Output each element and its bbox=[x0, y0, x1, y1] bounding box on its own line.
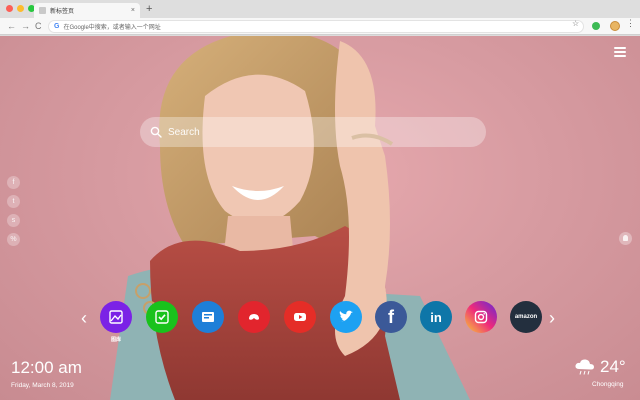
search-box[interactable] bbox=[140, 117, 486, 147]
search-input[interactable] bbox=[168, 126, 468, 138]
clock-widget: 12:00 am Friday, March 8, 2019 bbox=[11, 358, 82, 390]
search-icon bbox=[150, 126, 162, 138]
app-gallery[interactable]: 图库 bbox=[100, 301, 132, 343]
settings-menu-icon[interactable] bbox=[614, 47, 626, 57]
app-shortcuts: 图库 f in amazon bbox=[98, 301, 544, 343]
weather-temperature: 24° bbox=[600, 357, 626, 376]
link-icon[interactable]: % bbox=[7, 233, 20, 246]
check-icon bbox=[155, 310, 169, 324]
google-icon: G bbox=[54, 23, 60, 30]
lock-icon[interactable] bbox=[619, 232, 632, 245]
app-youtube[interactable] bbox=[284, 301, 316, 333]
weather-city: Chongqing bbox=[592, 381, 624, 388]
social-share-bar: f t s % bbox=[7, 176, 20, 246]
app-twitter[interactable] bbox=[330, 301, 362, 333]
tab-favicon-icon bbox=[39, 7, 46, 14]
active-tab[interactable]: 新标签页 × bbox=[34, 3, 140, 18]
youtube-icon bbox=[294, 313, 306, 321]
facebook-icon[interactable]: f bbox=[7, 176, 20, 189]
next-apps-arrow-icon[interactable]: › bbox=[546, 308, 558, 328]
app-news[interactable] bbox=[192, 301, 224, 333]
new-tab-page: f t s % ‹ › 图库 bbox=[0, 36, 640, 400]
browser-menu-icon[interactable]: ⋮ bbox=[626, 19, 635, 28]
new-tab-button[interactable]: + bbox=[146, 3, 152, 15]
linkedin-icon: in bbox=[430, 309, 442, 325]
app-linkedin[interactable]: in bbox=[420, 301, 452, 333]
minimize-window-button[interactable] bbox=[17, 5, 24, 12]
prev-apps-arrow-icon[interactable]: ‹ bbox=[78, 308, 90, 328]
news-icon bbox=[202, 312, 214, 322]
tab-title: 新标签页 bbox=[50, 9, 75, 15]
app-instagram[interactable] bbox=[465, 301, 497, 333]
back-arrow-icon[interactable]: ← bbox=[7, 20, 16, 32]
forward-arrow-icon[interactable]: → bbox=[21, 20, 30, 32]
gamepad-icon bbox=[249, 314, 259, 320]
share-icon[interactable]: s bbox=[7, 214, 20, 227]
twitter-icon bbox=[339, 310, 353, 322]
app-amazon[interactable]: amazon bbox=[510, 301, 542, 333]
bookmark-star-icon[interactable]: ☆ bbox=[572, 20, 579, 28]
clock-date: Friday, March 8, 2019 bbox=[11, 382, 74, 389]
facebook-icon: f bbox=[388, 306, 394, 327]
address-bar[interactable]: G 在Google中搜索，或者输入一个网址 bbox=[48, 20, 584, 33]
profile-avatar[interactable] bbox=[610, 21, 620, 31]
gallery-icon bbox=[109, 310, 123, 324]
browser-toolbar: ← → C G 在Google中搜索，或者输入一个网址 ☆ bbox=[0, 18, 640, 35]
tab-strip: 新标签页 × + bbox=[0, 0, 640, 18]
reload-icon[interactable]: C bbox=[35, 20, 42, 32]
extension-icon[interactable] bbox=[592, 22, 600, 30]
amazon-icon: amazon bbox=[514, 314, 538, 320]
app-wechat[interactable] bbox=[146, 301, 178, 333]
clock-time: 12:00 am bbox=[11, 358, 82, 377]
app-gallery-label: 图库 bbox=[110, 337, 121, 343]
close-window-button[interactable] bbox=[6, 5, 13, 12]
twitter-icon[interactable]: t bbox=[7, 195, 20, 208]
address-placeholder: 在Google中搜索，或者输入一个网址 bbox=[63, 25, 161, 31]
app-game[interactable] bbox=[238, 301, 270, 333]
tab-close-icon[interactable]: × bbox=[131, 7, 135, 14]
cloud-rain-icon bbox=[575, 359, 594, 375]
instagram-icon bbox=[474, 310, 488, 324]
background-photo bbox=[110, 36, 470, 400]
app-facebook[interactable]: f bbox=[375, 301, 407, 333]
browser-window: 新标签页 × + ← → C G 在Google中搜索，或者输入一个网址 ☆ ⋮ bbox=[0, 0, 640, 400]
window-controls bbox=[6, 5, 35, 12]
